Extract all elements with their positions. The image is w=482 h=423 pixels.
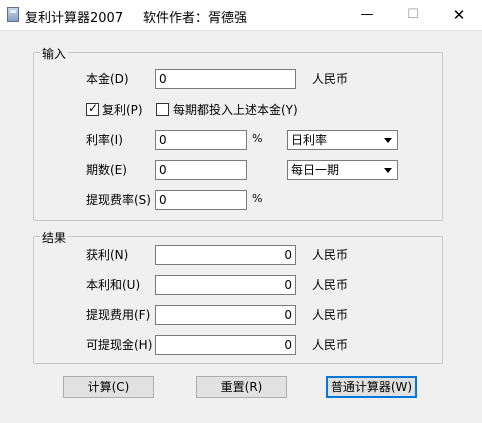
window-title: 复利计算器2007: [25, 11, 124, 26]
principal-label: 本金(D): [86, 72, 129, 86]
title-bar[interactable]: 复利计算器2007 软件作者：胥德强 — ☐ ✕: [0, 0, 482, 31]
withdraw-fee-unit: 人民币: [312, 308, 349, 322]
reset-button[interactable]: 重置(R): [196, 376, 287, 398]
maximize-icon[interactable]: ☐: [390, 0, 436, 30]
standard-calculator-button[interactable]: 普通计算器(W): [326, 376, 417, 398]
total-label: 本利和(U): [86, 278, 141, 292]
withdraw-unit: 人民币: [312, 338, 349, 352]
principal-input[interactable]: 0: [155, 69, 296, 89]
calculator-app-icon: [7, 7, 19, 22]
rate-label: 利率(I): [86, 133, 123, 147]
fee-rate-label: 提现费率(S): [86, 193, 151, 207]
profit-unit: 人民币: [312, 248, 349, 262]
periods-label: 期数(E): [86, 163, 127, 177]
withdraw-fee-output[interactable]: 0: [155, 305, 296, 325]
minimize-icon[interactable]: —: [344, 0, 390, 30]
calculate-button[interactable]: 计算(C): [63, 376, 154, 398]
periods-input[interactable]: 0: [155, 160, 247, 180]
total-unit: 人民币: [312, 278, 349, 292]
profit-output[interactable]: 0: [155, 245, 296, 265]
withdraw-fee-label: 提现费用(F): [86, 308, 151, 322]
chevron-down-icon[interactable]: [381, 133, 395, 147]
principal-unit: 人民币: [312, 72, 349, 86]
withdraw-label: 可提现金(H): [86, 338, 153, 352]
result-group-legend: 结果: [40, 229, 69, 246]
compound-label[interactable]: 复利(P): [102, 103, 143, 117]
window-author: 软件作者：胥德强: [143, 11, 248, 26]
rate-type-select[interactable]: 日利率: [287, 130, 398, 150]
period-type-select[interactable]: 每日一期: [287, 160, 398, 180]
compound-checkbox[interactable]: ✓: [86, 101, 99, 116]
input-group-legend: 输入: [40, 45, 69, 62]
fee-rate-unit: %: [252, 192, 263, 205]
total-output[interactable]: 0: [155, 275, 296, 295]
rate-type-value: 日利率: [291, 133, 328, 147]
rate-input[interactable]: 0: [155, 130, 247, 150]
reinvest-checkbox[interactable]: [156, 103, 169, 116]
chevron-down-icon[interactable]: [381, 163, 395, 177]
profit-label: 获利(N): [86, 248, 129, 262]
period-type-value: 每日一期: [291, 163, 340, 177]
checkmark-icon: ✓: [88, 101, 99, 115]
rate-unit: %: [252, 132, 263, 145]
close-icon[interactable]: ✕: [436, 0, 482, 30]
fee-rate-input[interactable]: 0: [155, 190, 247, 210]
reinvest-label[interactable]: 每期都投入上述本金(Y): [173, 103, 298, 117]
withdraw-output[interactable]: 0: [155, 335, 296, 355]
